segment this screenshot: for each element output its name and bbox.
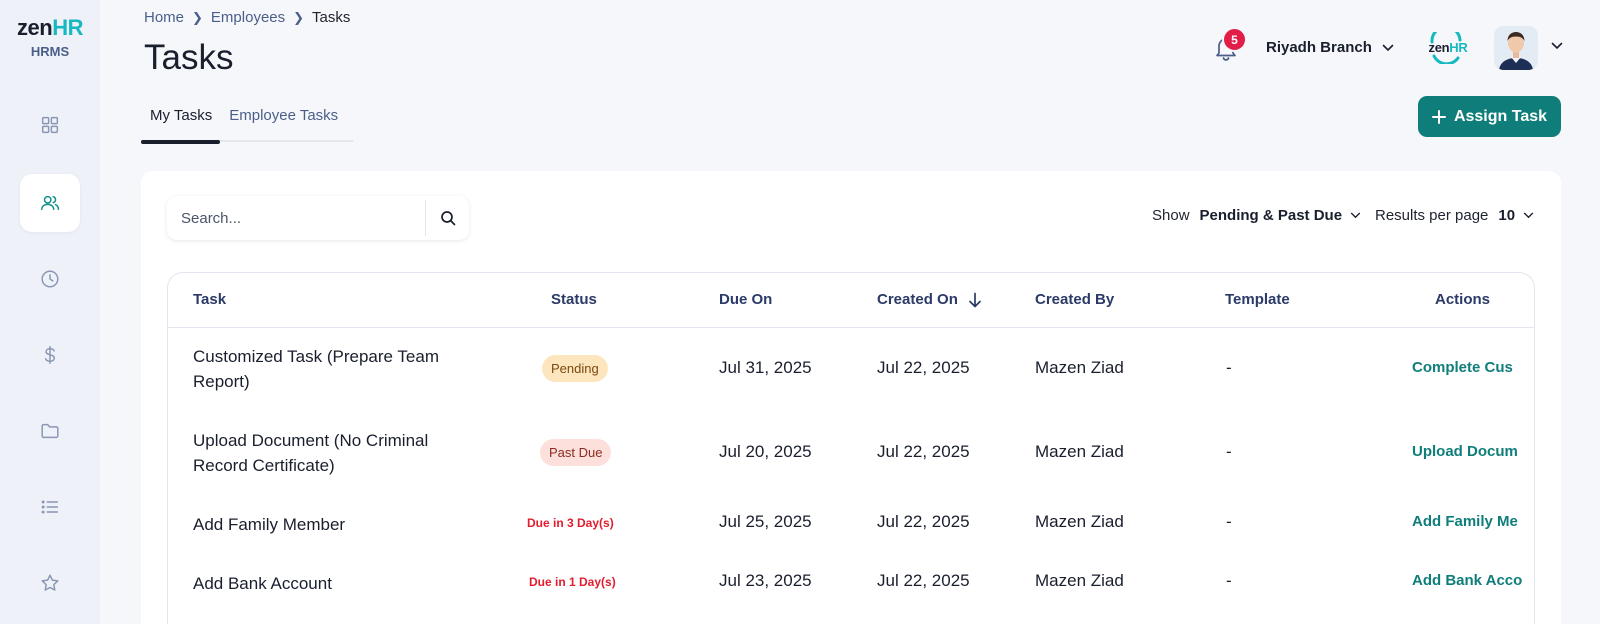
search-button[interactable] xyxy=(426,196,469,240)
due-on: Jul 31, 2025 xyxy=(719,358,812,377)
chevron-down-icon xyxy=(1350,212,1361,219)
column-header-status: Status xyxy=(551,291,597,308)
sidebar-item-documents[interactable] xyxy=(20,402,80,460)
dollar-icon xyxy=(44,346,56,364)
column-header-created-by: Created By xyxy=(1035,291,1115,308)
sidebar: zenHR HRMS xyxy=(0,0,100,624)
star-icon xyxy=(41,574,59,591)
logo-accent-text: HR xyxy=(52,15,83,40)
status-filter-dropdown[interactable]: Pending & Past Due xyxy=(1200,207,1362,224)
created-by: Mazen Ziad xyxy=(1035,571,1124,590)
column-header-created-on[interactable]: Created On xyxy=(877,291,982,308)
search-icon xyxy=(440,211,455,226)
logo-text: zen xyxy=(17,15,53,40)
list-icon xyxy=(41,500,59,514)
table-row: Add Bank Account Due in 1 Day(s) Jul 23,… xyxy=(168,555,1534,614)
status-filter: Show Pending & Past Due xyxy=(1152,207,1361,224)
task-name: Upload Document (No Criminal Record Cert… xyxy=(193,431,429,475)
notification-badge: 5 xyxy=(1222,27,1247,52)
created-by: Mazen Ziad xyxy=(1035,358,1124,377)
due-on: Jul 20, 2025 xyxy=(719,442,812,461)
chevron-right-icon: ❯ xyxy=(293,9,305,25)
template: - xyxy=(1226,571,1232,590)
column-header-template: Template xyxy=(1225,291,1290,308)
users-icon xyxy=(41,195,60,211)
branch-selector[interactable]: Riyadh Branch xyxy=(1266,39,1394,56)
company-logo: zenHR xyxy=(1424,32,1472,64)
task-action-link[interactable]: Complete Cus xyxy=(1412,359,1513,376)
created-by: Mazen Ziad xyxy=(1035,512,1124,531)
per-page-label: Results per page xyxy=(1375,207,1489,224)
chevron-down-icon[interactable] xyxy=(1551,42,1563,50)
created-on: Jul 22, 2025 xyxy=(877,571,970,590)
table-row: Add Family Member Due in 3 Day(s) Jul 25… xyxy=(168,496,1534,555)
status-due-text: Due in 1 Day(s) xyxy=(529,575,616,589)
sidebar-item-time[interactable] xyxy=(20,250,80,308)
sidebar-item-payroll[interactable] xyxy=(20,326,80,384)
column-header-actions: Actions xyxy=(1435,291,1491,308)
status-badge: Past Due xyxy=(540,439,612,466)
breadcrumb-employees[interactable]: Employees xyxy=(211,9,285,26)
task-name: Customized Task (Prepare Team Report) xyxy=(193,347,439,391)
status-filter-label: Show xyxy=(1152,207,1190,224)
sidebar-item-favorites[interactable] xyxy=(20,554,80,612)
column-header-task: Task xyxy=(193,291,227,308)
task-name: Add Bank Account xyxy=(193,574,332,593)
company-logo-accent: HR xyxy=(1449,40,1468,55)
tab-my-tasks[interactable]: My Tasks xyxy=(141,105,221,144)
column-header-created-on-label: Created On xyxy=(877,291,958,308)
tab-employee-tasks[interactable]: Employee Tasks xyxy=(220,105,346,142)
breadcrumb-current: Tasks xyxy=(312,9,351,26)
column-header-due-on: Due On xyxy=(719,291,773,308)
table-header: Task Status Due On Created On Created By… xyxy=(168,273,1534,328)
user-avatar-icon xyxy=(1494,26,1538,70)
breadcrumb: Home ❯ Employees ❯ Tasks xyxy=(144,9,350,26)
created-on: Jul 22, 2025 xyxy=(877,442,970,461)
task-action-link[interactable]: Add Bank Acco xyxy=(1412,572,1522,589)
created-by: Mazen Ziad xyxy=(1035,442,1124,461)
template: - xyxy=(1226,358,1232,377)
created-on: Jul 22, 2025 xyxy=(877,358,970,377)
task-action-link[interactable]: Upload Docum xyxy=(1412,443,1518,460)
per-page-filter: Results per page 10 xyxy=(1375,207,1534,224)
page-title: Tasks xyxy=(144,38,234,77)
search-input[interactable] xyxy=(167,196,425,240)
assign-task-label: Assign Task xyxy=(1453,107,1548,125)
branch-label: Riyadh Branch xyxy=(1266,39,1372,56)
logo-subtitle: HRMS xyxy=(30,44,70,59)
tasks-table: Task Status Due On Created On Created By… xyxy=(167,272,1535,624)
task-action-link[interactable]: Add Family Me xyxy=(1412,513,1518,530)
status-badge: Pending xyxy=(542,355,608,382)
avatar[interactable] xyxy=(1494,26,1538,70)
status-due-text: Due in 3 Day(s) xyxy=(527,516,614,530)
per-page-value: 10 xyxy=(1498,207,1516,224)
chevron-down-icon xyxy=(1382,44,1394,51)
created-on: Jul 22, 2025 xyxy=(877,512,970,531)
task-name: Add Family Member xyxy=(193,515,346,534)
assign-task-button[interactable]: Assign Task xyxy=(1418,96,1561,137)
due-on: Jul 25, 2025 xyxy=(719,512,812,531)
per-page-dropdown[interactable]: 10 xyxy=(1498,207,1534,224)
sidebar-item-employees[interactable] xyxy=(20,174,80,232)
sort-arrow-down-icon xyxy=(969,292,981,307)
zenhr-logo[interactable]: zenHR HRMS xyxy=(0,15,100,60)
template: - xyxy=(1226,442,1232,461)
table-row: Customized Task (Prepare Team Report) Pe… xyxy=(168,328,1534,412)
company-logo-text: zen xyxy=(1428,40,1450,55)
breadcrumb-home[interactable]: Home xyxy=(144,9,184,26)
sidebar-item-lists[interactable] xyxy=(20,478,80,536)
status-filter-value: Pending & Past Due xyxy=(1199,207,1343,224)
tabs: My Tasks Employee Tasks xyxy=(141,105,353,144)
due-on: Jul 23, 2025 xyxy=(719,571,812,590)
template: - xyxy=(1226,512,1232,531)
folder-icon xyxy=(41,423,59,439)
plus-icon xyxy=(1431,109,1446,124)
search-box xyxy=(167,196,469,240)
chevron-down-icon xyxy=(1523,212,1534,219)
grid-icon xyxy=(41,116,59,134)
table-row: Upload Document (No Criminal Record Cert… xyxy=(168,412,1534,496)
clock-icon xyxy=(41,270,59,288)
chevron-right-icon: ❯ xyxy=(192,9,203,25)
sidebar-item-dashboard[interactable] xyxy=(20,96,80,154)
